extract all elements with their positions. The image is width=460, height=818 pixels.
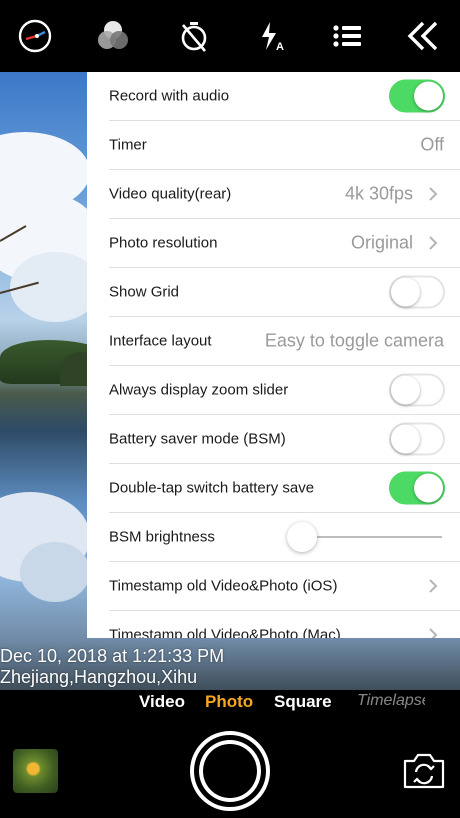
location-text: Zhejiang,Hangzhou,Xihu (0, 667, 198, 687)
setting-label: Timestamp old Video&Photo (Mac) (109, 626, 341, 639)
gallery-thumbnail[interactable] (13, 749, 58, 793)
double-tap-toggle[interactable] (389, 471, 445, 505)
setting-row-timer[interactable]: Timer Off (109, 121, 460, 170)
toggle-knob (391, 375, 420, 405)
setting-label: Always display zoom slider (109, 381, 289, 399)
chevron-right-icon (429, 579, 438, 593)
toggle-knob (391, 424, 420, 454)
shutter-button[interactable] (190, 731, 270, 811)
setting-label: Show Grid (109, 283, 180, 301)
zoom-slider-toggle[interactable] (389, 373, 445, 407)
shutter-core (203, 744, 257, 798)
setting-label: Interface layout (109, 332, 212, 350)
brightness-slider-knob[interactable] (287, 522, 317, 552)
toggle-knob (414, 81, 443, 111)
mode-selector: Video Photo Square Timelapse (0, 690, 460, 716)
color-filter-icon[interactable] (95, 18, 131, 54)
shutter-ring (199, 740, 261, 802)
setting-value: Off (420, 134, 444, 155)
brightness-slider-track[interactable] (299, 536, 442, 538)
toggle-knob (414, 473, 443, 503)
mode-video[interactable]: Video (139, 692, 185, 712)
setting-row-show-grid[interactable]: Show Grid (109, 268, 460, 317)
toggle-knob (391, 277, 420, 307)
settings-list-icon[interactable] (329, 18, 365, 54)
cloud-reflection (20, 542, 90, 602)
setting-row-battery-saver[interactable]: Battery saver mode (BSM) (109, 415, 460, 464)
timestamp-text: Dec 10, 2018 at 1:21:33 PM (0, 646, 225, 666)
mode-photo[interactable]: Photo (205, 692, 253, 712)
setting-label: Double-tap switch battery save (109, 479, 315, 497)
chevron-right-icon (429, 628, 438, 638)
setting-label: Timestamp old Video&Photo (iOS) (109, 577, 338, 595)
flip-camera-icon[interactable] (402, 752, 446, 790)
svg-text:A: A (276, 41, 284, 53)
bottom-controls (0, 716, 460, 818)
settings-panel: Record with audio Timer Off Video qualit… (87, 72, 460, 638)
battery-saver-toggle[interactable] (389, 422, 445, 456)
setting-row-record-audio[interactable]: Record with audio (109, 72, 460, 121)
timer-off-icon[interactable] (176, 18, 212, 54)
setting-row-interface-layout[interactable]: Interface layout Easy to toggle camera (109, 317, 460, 366)
flash-auto-icon[interactable]: A (254, 18, 290, 54)
setting-row-photo-resolution[interactable]: Photo resolution Original (109, 219, 460, 268)
exposure-dial-icon[interactable] (17, 18, 53, 54)
mode-timelapse[interactable]: Timelapse (357, 692, 425, 710)
setting-label: Photo resolution (109, 234, 218, 252)
setting-row-timestamp-ios[interactable]: Timestamp old Video&Photo (iOS) (109, 562, 460, 611)
setting-label: Record with audio (109, 87, 230, 105)
chevron-right-icon (429, 236, 438, 250)
setting-label: BSM brightness (109, 528, 215, 546)
setting-row-double-tap[interactable]: Double-tap switch battery save (109, 464, 460, 513)
setting-label: Timer (109, 136, 147, 154)
setting-value: 4k 30fps (344, 183, 413, 204)
setting-label: Battery saver mode (BSM) (109, 430, 286, 448)
collapse-chevrons-icon[interactable] (406, 18, 442, 54)
setting-value: Easy to toggle camera (264, 330, 444, 351)
setting-row-bsm-brightness[interactable]: BSM brightness (109, 513, 460, 562)
record-audio-toggle[interactable] (389, 79, 445, 113)
show-grid-toggle[interactable] (389, 275, 445, 309)
setting-row-timestamp-mac[interactable]: Timestamp old Video&Photo (Mac) (109, 611, 460, 638)
setting-label: Video quality(rear) (109, 185, 232, 203)
chevron-right-icon (429, 187, 438, 201)
timestamp-overlay: Dec 10, 2018 at 1:21:33 PM Zhejiang,Hang… (0, 646, 224, 688)
setting-row-zoom-slider[interactable]: Always display zoom slider (109, 366, 460, 415)
mode-square[interactable]: Square (274, 692, 332, 712)
top-toolbar: A (0, 0, 460, 72)
setting-value: Original (350, 232, 413, 253)
setting-row-video-quality[interactable]: Video quality(rear) 4k 30fps (109, 170, 460, 219)
